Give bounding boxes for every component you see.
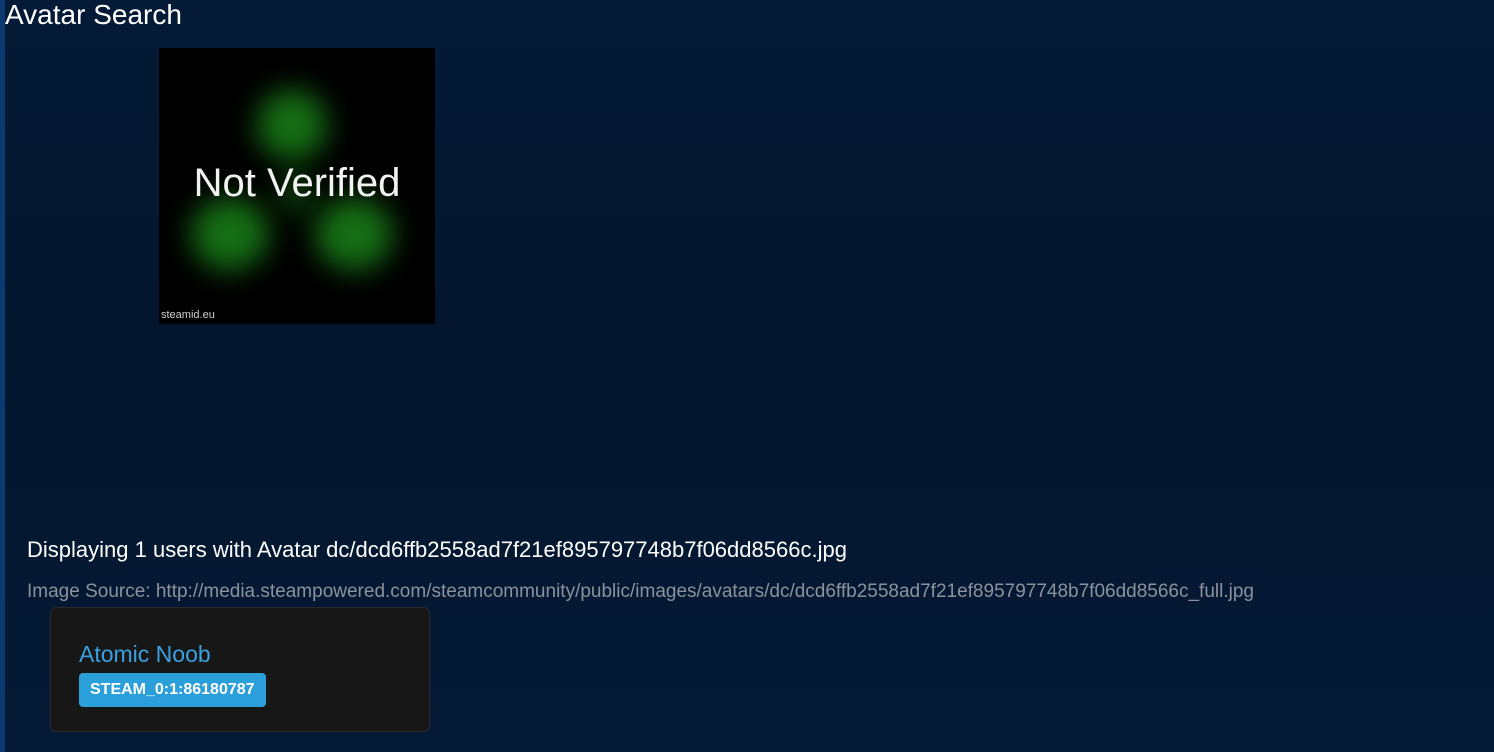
avatar-glow-left [191,198,269,270]
page-title: Avatar Search [5,0,182,30]
avatar-watermark: steamid.eu [161,309,215,321]
avatar-glow-top [257,90,327,160]
user-card: Atomic Noob STEAM_0:1:86180787 [50,607,430,732]
left-edge-bar [0,0,5,752]
avatar-label: Not Verified [193,161,401,205]
avatar-image: Not Verified steamid.eu [159,48,435,324]
results-summary: Displaying 1 users with Avatar dc/dcd6ff… [27,537,847,562]
image-source: Image Source: http://media.steampowered.… [27,581,1254,602]
steam-id-badge[interactable]: STEAM_0:1:86180787 [79,673,266,707]
avatar-glow-right [315,198,393,270]
user-name-link[interactable]: Atomic Noob [79,640,211,668]
